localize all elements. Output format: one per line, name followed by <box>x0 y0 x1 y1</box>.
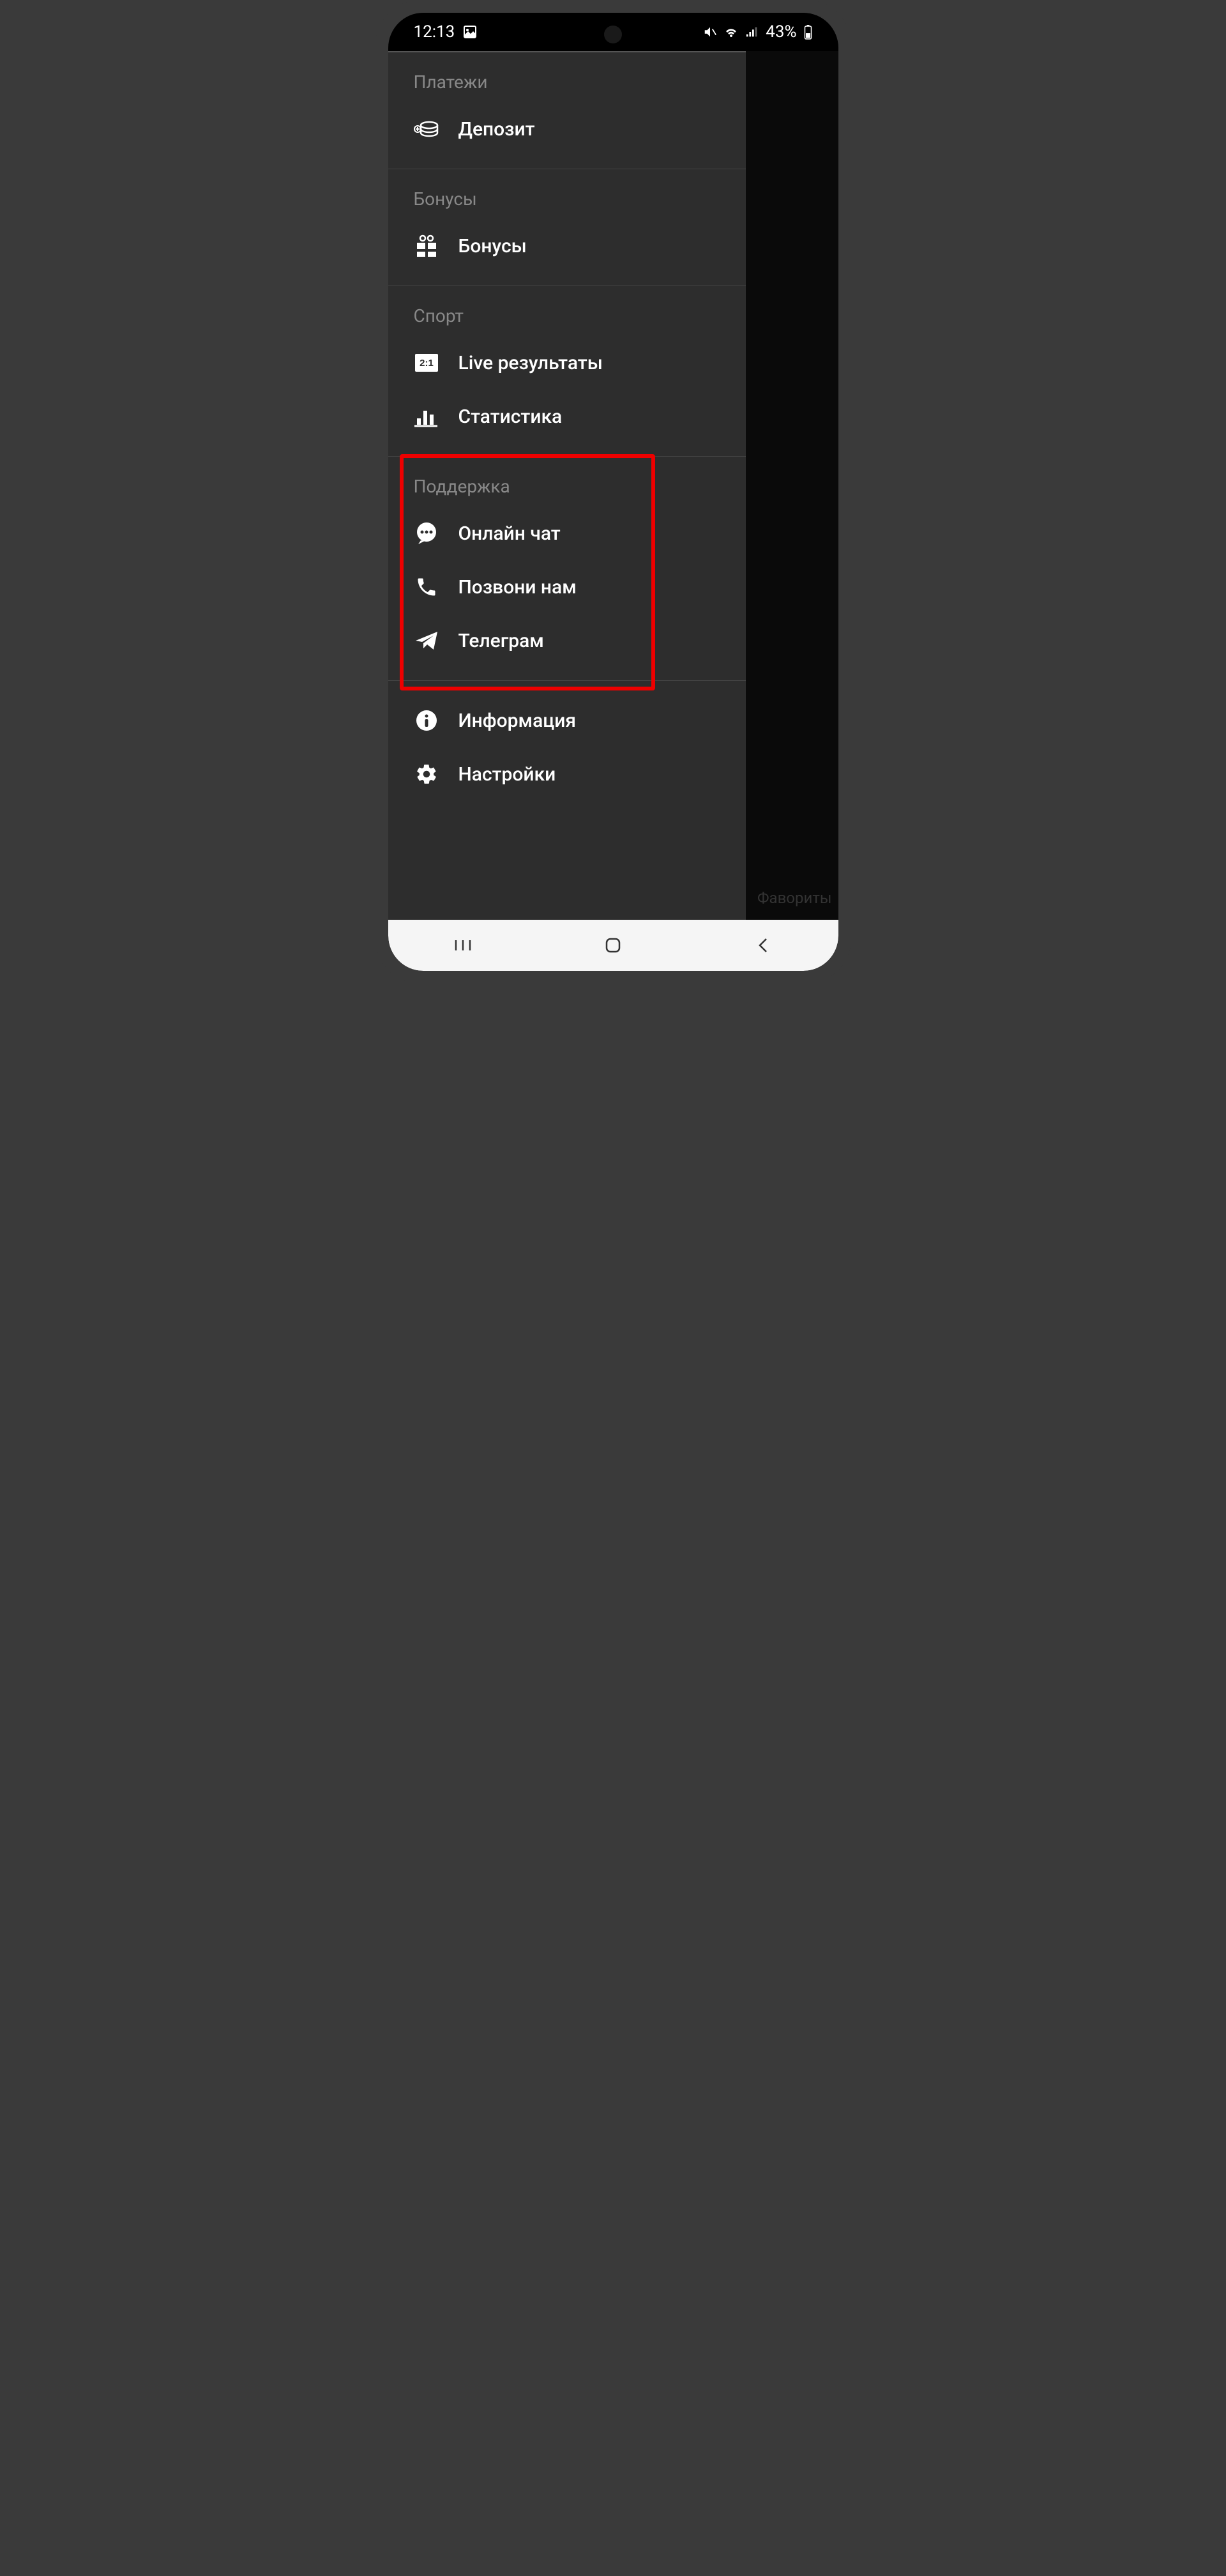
image-icon <box>462 24 478 40</box>
menu-label: Позвони нам <box>458 576 577 598</box>
menu-label: Онлайн чат <box>458 522 561 545</box>
menu-section-support: Поддержка Онлайн чат Позвони нам <box>388 457 746 681</box>
phone-screen: 12:13 43% <box>388 13 838 971</box>
menu-label: Настройки <box>458 763 556 786</box>
battery-percent: 43% <box>766 22 796 42</box>
right-panel[interactable]: Фавориты <box>746 51 838 920</box>
menu-item-deposit[interactable]: Депозит <box>388 102 746 156</box>
menu-label: Live результаты <box>458 352 603 374</box>
telegram-icon <box>414 628 439 653</box>
menu-section-payments: Платежи Депозит <box>388 52 746 169</box>
screen-body: Платежи Депозит Бонусы <box>388 51 838 920</box>
chat-icon <box>414 521 439 546</box>
menu-item-statistics[interactable]: Статистика <box>388 390 746 443</box>
menu-item-live-results[interactable]: 2:1 Live результаты <box>388 336 746 390</box>
bars-icon <box>414 404 439 429</box>
phone-icon <box>414 574 439 600</box>
signal-icon <box>745 25 759 39</box>
menu-item-bonuses[interactable]: Бонусы <box>388 219 746 273</box>
score-icon: 2:1 <box>414 350 439 376</box>
status-left: 12:13 <box>414 22 478 42</box>
gear-icon <box>414 761 439 787</box>
info-icon <box>414 708 439 733</box>
favorites-label: Фавориты <box>757 889 832 907</box>
phone-frame: 12:13 43% <box>375 0 851 984</box>
menu-section-bonuses: Бонусы Бонусы <box>388 169 746 286</box>
camera-notch <box>604 26 622 43</box>
home-button[interactable] <box>587 933 639 958</box>
section-title-bonuses: Бонусы <box>388 188 746 219</box>
battery-icon <box>803 24 813 40</box>
svg-text:2:1: 2:1 <box>420 358 434 369</box>
side-menu[interactable]: Платежи Депозит Бонусы <box>388 51 746 920</box>
gift-icon <box>414 233 439 259</box>
menu-item-information[interactable]: Информация <box>388 694 746 747</box>
menu-item-settings[interactable]: Настройки <box>388 747 746 801</box>
coins-icon <box>414 116 439 142</box>
android-nav-bar <box>388 920 838 971</box>
section-title-support: Поддержка <box>388 476 746 507</box>
menu-label: Статистика <box>458 406 563 428</box>
status-right: 43% <box>703 22 812 42</box>
recent-apps-button[interactable] <box>437 933 488 958</box>
mute-icon <box>703 25 717 39</box>
wifi-icon <box>723 24 739 40</box>
menu-item-online-chat[interactable]: Онлайн чат <box>388 507 746 560</box>
menu-item-telegram[interactable]: Телеграм <box>388 614 746 667</box>
menu-label: Бонусы <box>458 235 527 257</box>
menu-section-other: Информация Настройки <box>388 681 746 814</box>
menu-label: Телеграм <box>458 630 544 652</box>
back-button[interactable] <box>738 933 789 958</box>
section-title-payments: Платежи <box>388 72 746 102</box>
status-time: 12:13 <box>414 22 455 42</box>
section-title-sport: Спорт <box>388 305 746 336</box>
menu-item-call-us[interactable]: Позвони нам <box>388 560 746 614</box>
menu-label: Информация <box>458 710 577 732</box>
menu-section-sport: Спорт 2:1 Live результаты Статистика <box>388 286 746 457</box>
menu-label: Депозит <box>458 118 535 141</box>
